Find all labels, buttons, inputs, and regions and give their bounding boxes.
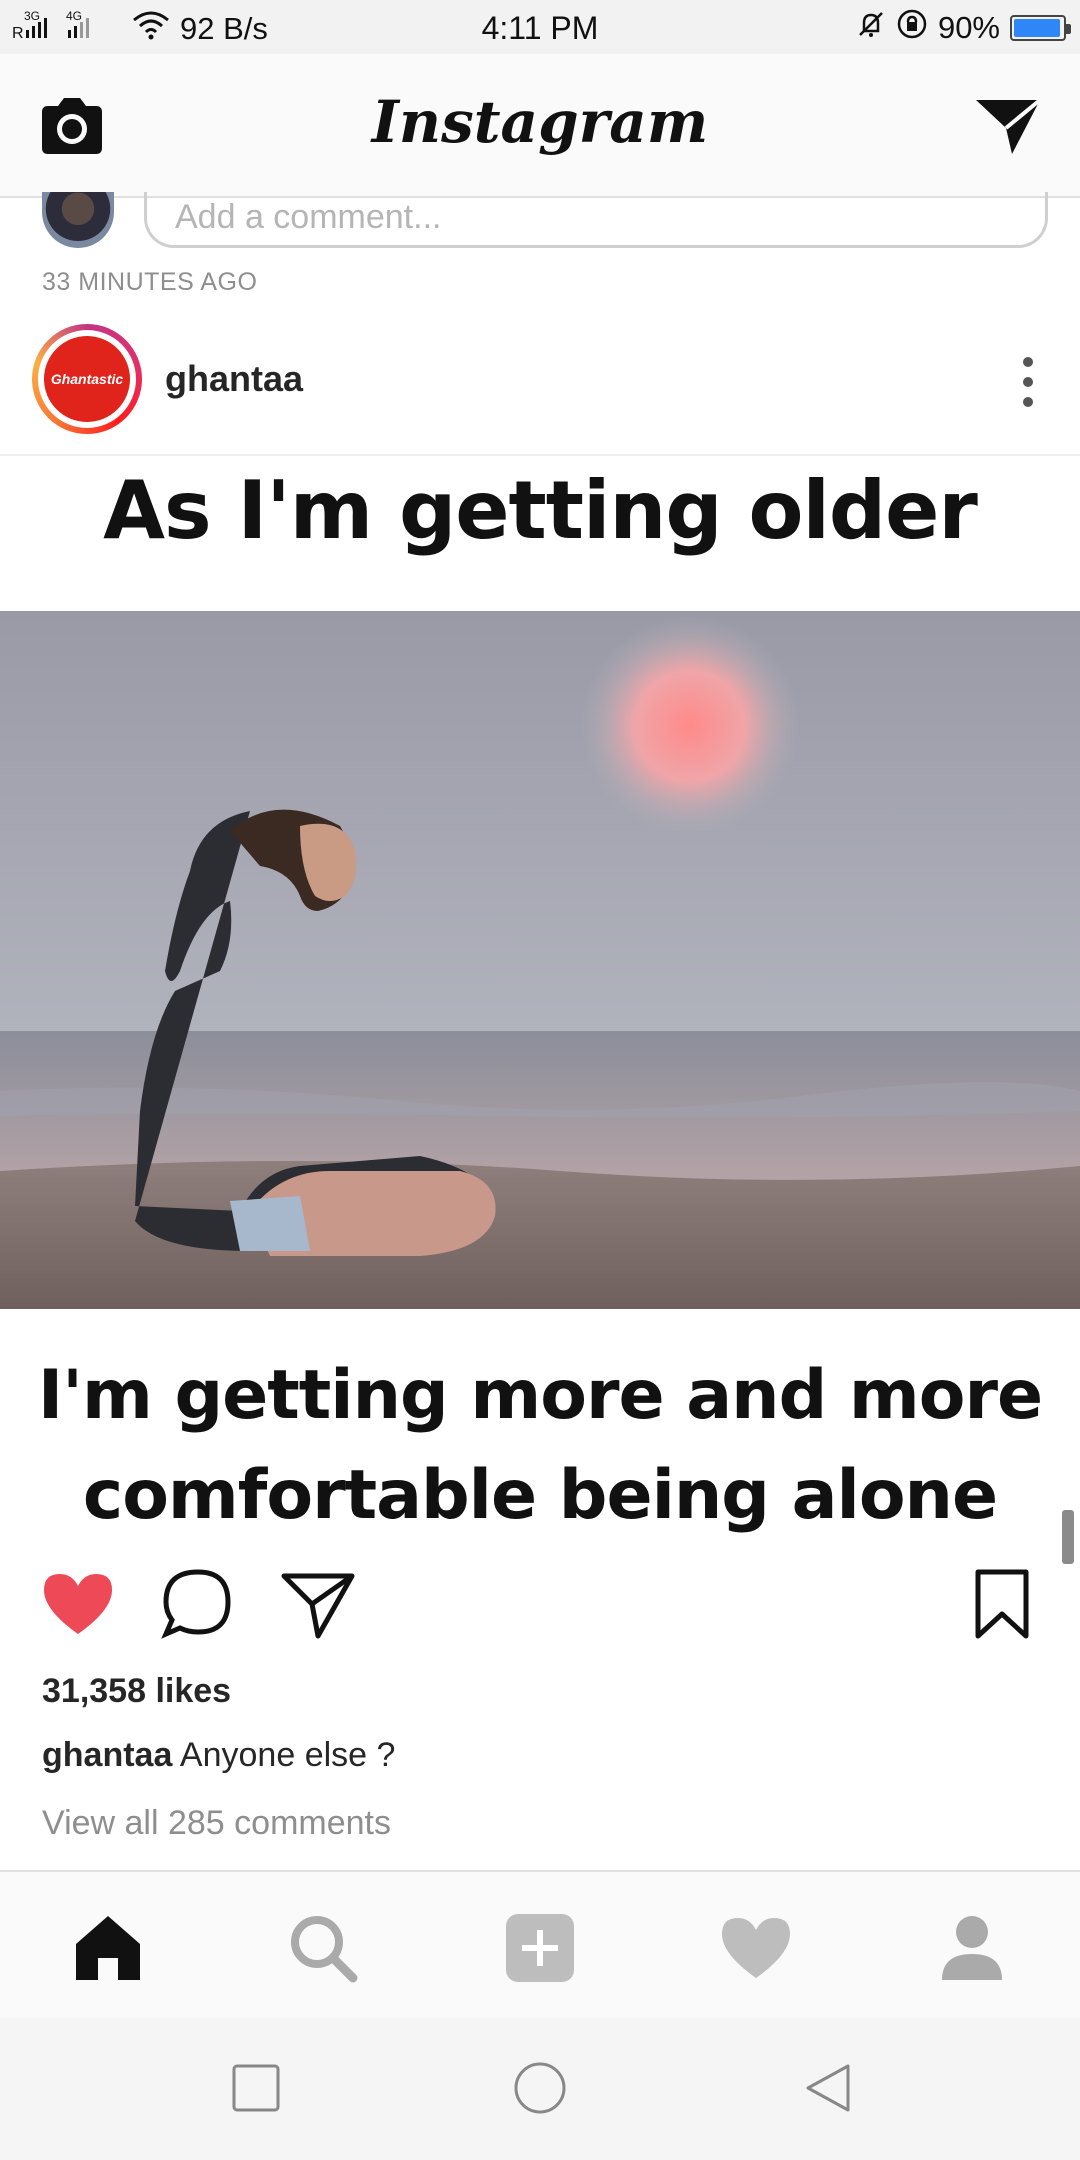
battery-icon xyxy=(1010,15,1071,41)
story-ring[interactable]: Ghantastic xyxy=(32,324,142,434)
rotation-lock-icon xyxy=(896,8,928,48)
post-caption: ghantaa Anyone else ? xyxy=(42,1736,395,1775)
home-icon[interactable] xyxy=(68,1908,148,1988)
like-heart-icon[interactable] xyxy=(38,1564,118,1644)
beach-photo xyxy=(0,611,1080,1309)
back-triangle-icon[interactable] xyxy=(800,2060,856,2116)
bottom-nav xyxy=(0,1870,1080,2018)
battery-percent: 90% xyxy=(937,10,1000,45)
search-icon[interactable] xyxy=(283,1908,363,1988)
share-icon[interactable] xyxy=(278,1564,358,1644)
likes-count[interactable]: 31,358 likes xyxy=(42,1672,231,1711)
recents-square-icon[interactable] xyxy=(228,2060,284,2116)
add-post-icon[interactable] xyxy=(500,1908,580,1988)
caption-text: Anyone else ? xyxy=(172,1736,396,1774)
caption-username[interactable]: ghantaa xyxy=(42,1736,172,1774)
meme-text-bottom-line1: I'm getting more and more xyxy=(37,1356,1043,1435)
post-username[interactable]: ghantaa xyxy=(165,358,303,400)
home-circle-icon[interactable] xyxy=(512,2060,568,2116)
status-right: 90% xyxy=(856,8,1071,48)
app-title: Instagram xyxy=(371,88,709,156)
user-avatar xyxy=(42,192,114,248)
status-bar: R 3G 4G 92 B/s 4:11 PM 90% xyxy=(0,0,1080,54)
comment-input[interactable]: Add a comment... xyxy=(144,192,1048,248)
activity-heart-icon[interactable] xyxy=(716,1908,796,1988)
avatar: Ghantastic xyxy=(44,336,130,422)
comment-icon[interactable] xyxy=(158,1564,238,1644)
post-timestamp: 33 MINUTES AGO xyxy=(42,268,258,296)
post-actions xyxy=(0,1564,1080,1664)
previous-post-comment-row: Add a comment... xyxy=(0,192,1080,258)
direct-message-icon[interactable] xyxy=(972,94,1044,158)
system-nav-bar xyxy=(0,2018,1080,2160)
post-image[interactable]: As I'm getting older I'm getting more an… xyxy=(0,456,1080,1534)
post-header: Ghantastic ghantaa xyxy=(0,318,1080,456)
bookmark-icon[interactable] xyxy=(962,1564,1042,1644)
more-options-icon[interactable] xyxy=(1018,350,1038,414)
mute-bell-icon xyxy=(856,9,886,47)
scrollbar[interactable] xyxy=(1062,1510,1074,1564)
app-header: Instagram xyxy=(0,54,1080,198)
view-all-comments-link[interactable]: View all 285 comments xyxy=(42,1804,391,1843)
meme-text-bottom-line2: comfortable being alone xyxy=(82,1456,998,1534)
meme-text-bottom: I'm getting more and more comfortable be… xyxy=(0,1346,1080,1534)
profile-icon[interactable] xyxy=(932,1908,1012,1988)
meme-text-top: As I'm getting older xyxy=(103,464,978,557)
